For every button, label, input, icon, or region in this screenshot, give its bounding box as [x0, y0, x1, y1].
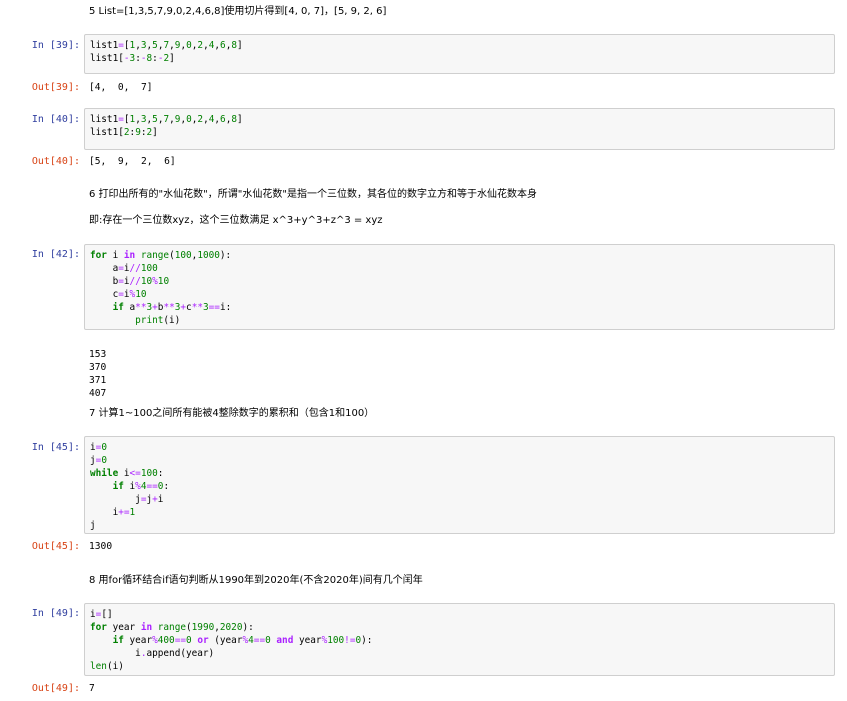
in-prompt-40: In [40]: — [31, 114, 80, 125]
code-line: list1=[1,3,5,7,9,0,2,4,6,8] — [90, 114, 243, 125]
code-line: b=i//10%10 — [90, 276, 170, 287]
code-editor[interactable]: list1=[1,3,5,7,9,0,2,4,6,8] list1[2:9:2] — [90, 113, 243, 139]
code-line: list1[-3:-8:-2] — [90, 53, 175, 64]
markdown-question-7: 7 计算1~100之间所有能被4整除数字的累积和（包含1和100） — [89, 408, 375, 419]
code-line: if year%400==0 or (year%4==0 and year%10… — [112, 635, 373, 646]
out-prompt-49: Out[49]: — [31, 683, 80, 694]
code-line: i+=1 — [90, 507, 136, 518]
markdown-question-8: 8 用for循环结合if语句判断从1990年到2020年(不含2020年)间有几… — [89, 575, 423, 586]
code-cell-42[interactable]: for i in range(100,1000): a=i//100 b=i//… — [84, 244, 835, 330]
code-line: if a**3+b**3+c**3==i: — [112, 302, 232, 313]
in-prompt-42: In [42]: — [31, 249, 80, 260]
code-line: j=j+i — [90, 494, 164, 505]
code-editor[interactable]: i=[] for year in range(1990,2020): if yea… — [90, 608, 372, 673]
stdout-line: 153 — [89, 349, 107, 360]
code-line: len(i) — [90, 661, 124, 672]
stdout-line: 370 — [89, 362, 107, 373]
code-line: for i in range(100,1000): — [90, 250, 232, 261]
stdout-line: 407 — [89, 388, 107, 399]
output-39: [4, 0, 7] — [89, 82, 153, 93]
code-line: list1=[1,3,5,7,9,0,2,4,6,8] — [90, 40, 243, 51]
stdout-line: 371 — [89, 375, 107, 386]
code-cell-45[interactable]: i=0 j=0 while i<=100: if i%4==0: j=j+i i+=… — [84, 436, 835, 534]
out-prompt-40: Out[40]: — [31, 156, 80, 167]
code-line: i=[] — [90, 609, 113, 620]
in-prompt-45: In [45]: — [31, 442, 80, 453]
code-line: if i%4==0: — [112, 481, 170, 492]
code-editor[interactable]: i=0 j=0 while i<=100: if i%4==0: j=j+i i+=… — [90, 441, 169, 532]
output-40: [5, 9, 2, 6] — [89, 156, 176, 167]
code-cell-40[interactable]: list1=[1,3,5,7,9,0,2,4,6,8] list1[2:9:2] — [84, 108, 835, 150]
markdown-question-6: 6 打印出所有的"水仙花数"，所谓"水仙花数"是指一个三位数，其各位的数字立方和… — [89, 189, 537, 200]
code-line: c=i%10 — [90, 289, 147, 300]
code-line: list1[2:9:2] — [90, 127, 158, 138]
code-line: print(i) — [135, 315, 181, 326]
code-editor[interactable]: for i in range(100,1000): a=i//100 b=i//… — [90, 249, 231, 327]
stdout-42: 153 370 371 407 — [89, 335, 106, 400]
output-45: 1300 — [89, 541, 113, 552]
in-prompt-39: In [39]: — [31, 40, 80, 51]
code-line: j=0 — [90, 455, 107, 466]
out-prompt-39: Out[39]: — [31, 82, 80, 93]
code-line: i=0 — [90, 442, 107, 453]
markdown-question-5: 5 List=[1,3,5,7,9,0,2,4,6,8]使用切片得到[4, 0,… — [89, 6, 387, 17]
out-prompt-45: Out[45]: — [31, 541, 80, 552]
code-line: i.append(year) — [90, 648, 215, 659]
code-editor[interactable]: list1=[1,3,5,7,9,0,2,4,6,8] list1[-3:-8:-… — [90, 39, 243, 65]
code-cell-49[interactable]: i=[] for year in range(1990,2020): if yea… — [84, 603, 835, 676]
code-line: while i<=100: — [90, 468, 164, 479]
in-prompt-49: In [49]: — [31, 608, 80, 619]
code-cell-39[interactable]: list1=[1,3,5,7,9,0,2,4,6,8] list1[-3:-8:-… — [84, 34, 835, 74]
output-49: 7 — [89, 683, 95, 694]
markdown-question-6-detail: 即:存在一个三位数xyz，这个三位数满足 x^3+y^3+z^3 = xyz — [89, 215, 383, 226]
code-line: j — [90, 520, 96, 531]
code-line: for year in range(1990,2020): — [90, 622, 254, 633]
code-line: a=i//100 — [90, 263, 158, 274]
